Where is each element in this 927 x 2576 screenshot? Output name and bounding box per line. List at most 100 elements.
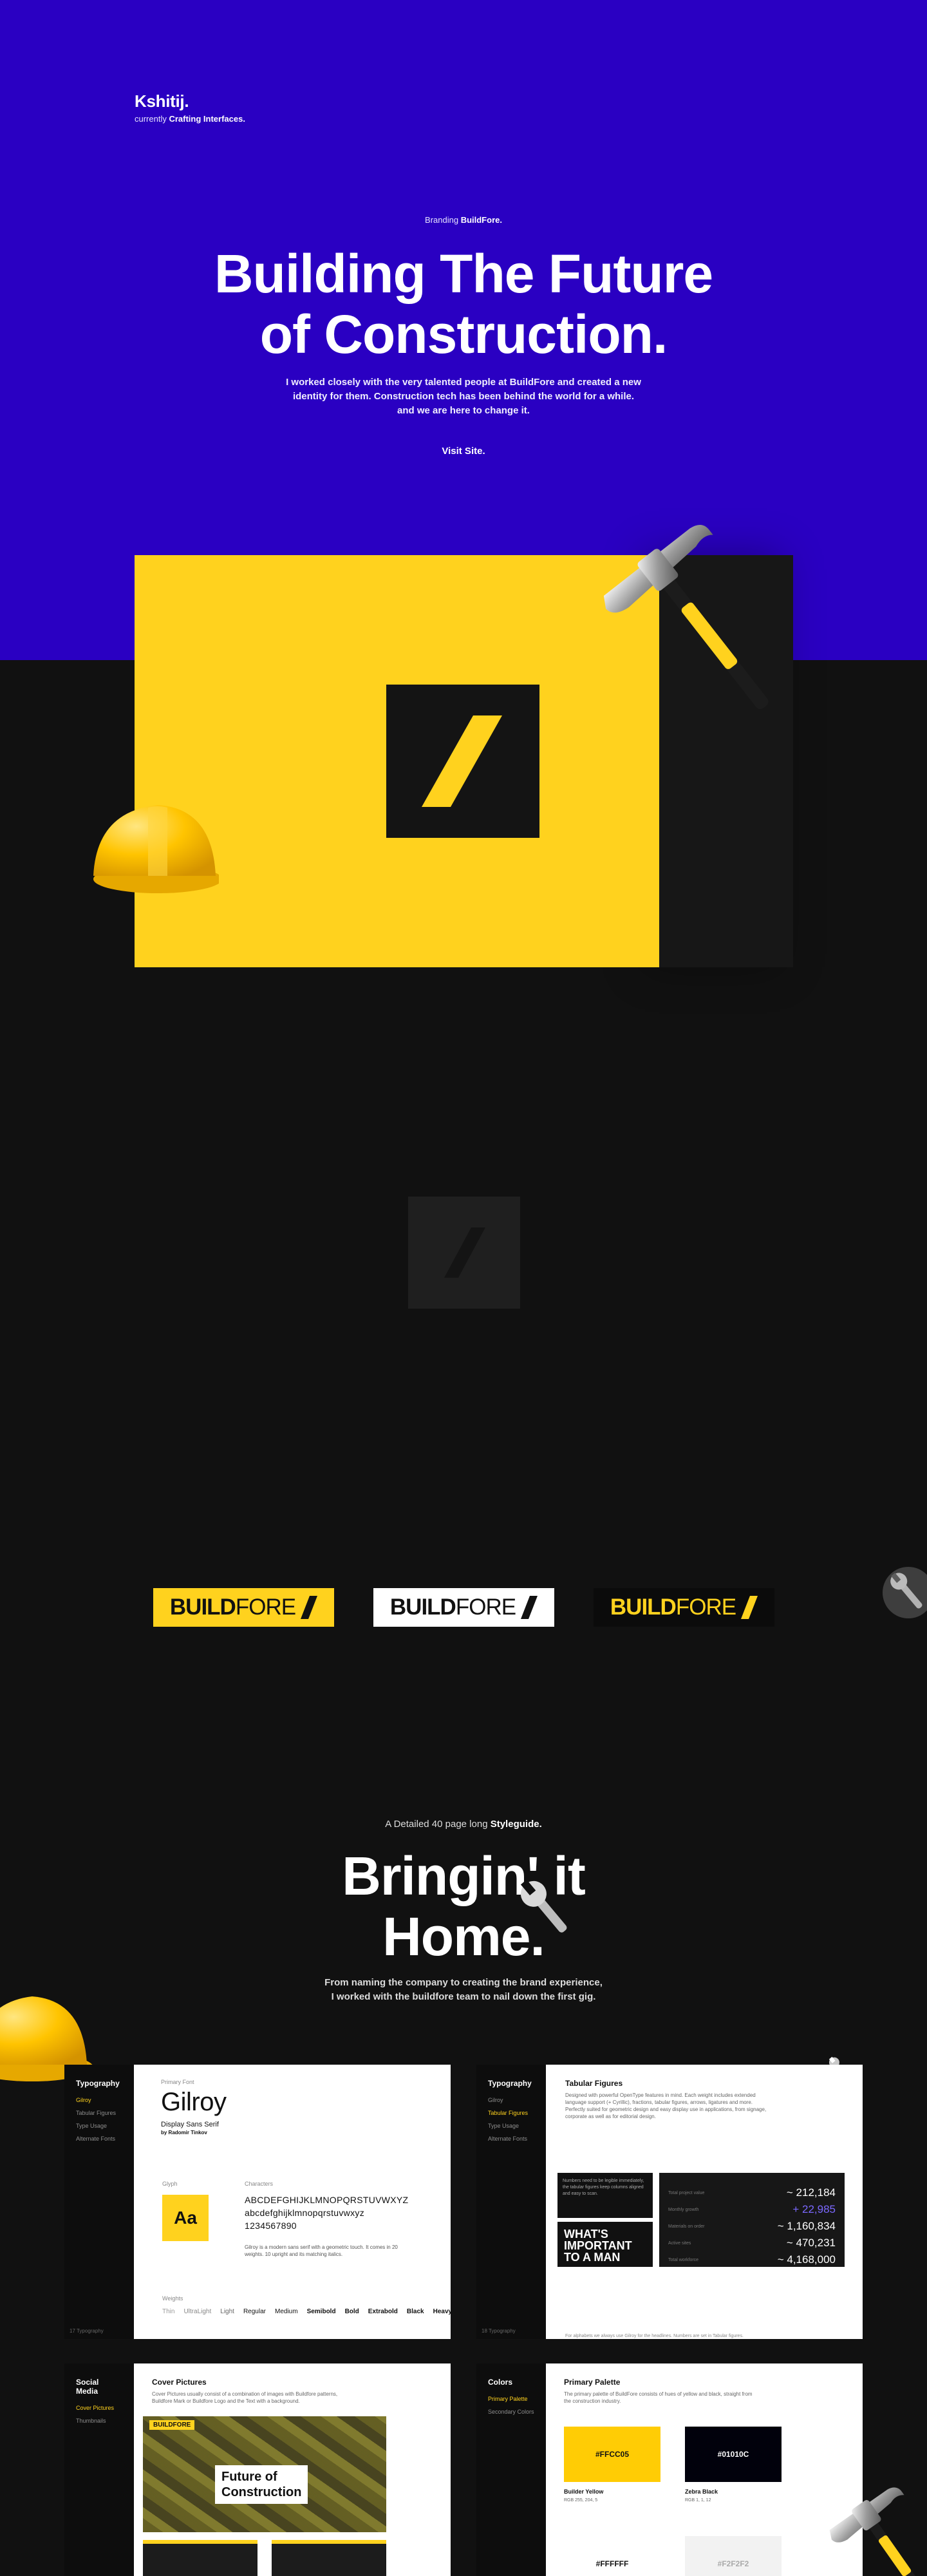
hero-desc-line: identity for them. Construction tech has… xyxy=(292,391,635,402)
brand[interactable]: Kshitij. currently Crafting Interfaces. xyxy=(135,91,245,124)
slash-icon xyxy=(444,1227,485,1278)
card-sidebar-title: Typography xyxy=(488,2079,532,2088)
styleguide-page-tabular-figures: Typography Gilroy Tabular Figures Type U… xyxy=(476,2065,863,2339)
brand-name[interactable]: Kshitij. xyxy=(135,91,245,111)
row-label: Materials on order xyxy=(668,2224,705,2229)
card-sidebar-item: Tabular Figures xyxy=(488,2110,529,2116)
section-title: Primary Palette xyxy=(564,2378,621,2387)
characters-label: Characters xyxy=(245,2181,274,2187)
card-sidebar: Typography Gilroy Tabular Figures Type U… xyxy=(476,2065,546,2339)
logo-variant-white: BUILDFORE xyxy=(373,1588,554,1627)
row-value: ~ 470,231 xyxy=(786,2237,836,2249)
weight-item: Thin xyxy=(162,2308,175,2315)
card-sidebar: Typography Gilroy Tabular Figures Type U… xyxy=(64,2065,134,2339)
logo-word-bold: BUILD xyxy=(389,1595,456,1620)
logo-variant-black: BUILDFORE xyxy=(594,1588,774,1627)
font-name: Gilroy xyxy=(161,2088,227,2116)
card-sidebar-item: Gilroy xyxy=(488,2097,503,2103)
slash-icon xyxy=(521,1596,538,1619)
cover-thumbnail xyxy=(272,2540,386,2576)
logo-word-light: FORE xyxy=(455,1595,516,1620)
logo-wordmark: BUILDFORE xyxy=(169,1595,296,1620)
hard-hat-icon xyxy=(93,805,219,893)
styleguide-title: Bringin' it Home. xyxy=(0,1846,927,1967)
logo-word-bold: BUILD xyxy=(169,1595,236,1620)
sg-desc-line: From naming the company to creating the … xyxy=(324,1977,603,1988)
slash-icon xyxy=(741,1596,758,1619)
cover-headline-line: Construction xyxy=(221,2485,302,2499)
card-content: Primary Palette The primary palette of B… xyxy=(564,2378,847,2576)
swatch-name: Builder Yellow xyxy=(564,2488,604,2495)
sample-headline-line: WHAT'S xyxy=(564,2228,608,2240)
visit-site-link[interactable]: Visit Site. xyxy=(0,446,927,457)
sg-title-line: Home. xyxy=(382,1906,545,1967)
row-value: ~ 1,160,834 xyxy=(777,2220,836,2232)
styleguide-page-colors: Colors Primary Palette Secondary Colors … xyxy=(476,2363,863,2576)
styleguide-page-typography: Typography Gilroy Tabular Figures Type U… xyxy=(64,2065,451,2339)
cover-headline: Future of Construction xyxy=(215,2465,308,2504)
hero-title: Building The Future of Construction. xyxy=(0,243,927,365)
tabular-figures-table: Total project value ~ 212,184 Monthly gro… xyxy=(659,2173,845,2267)
row-label: Total workforce xyxy=(668,2257,699,2262)
sample-text-box: Numbers need to be legible immediately, … xyxy=(557,2173,653,2218)
section-text: The primary palette of BuildFore consist… xyxy=(564,2391,753,2404)
card-sidebar-item: Thumbnails xyxy=(76,2418,106,2424)
card-sidebar-item: Alternate Fonts xyxy=(76,2136,116,2142)
logo-variant-yellow: BUILDFORE xyxy=(153,1588,334,1627)
card-content: Cover Pictures Cover Pictures usually co… xyxy=(143,2378,435,2576)
table-row: Total project value ~ 212,184 xyxy=(668,2184,836,2201)
sg-desc-line: I worked with the buildfore team to nail… xyxy=(331,1991,596,2002)
weight-item: Regular xyxy=(243,2308,266,2315)
font-note: Gilroy is a modern sans serif with a geo… xyxy=(245,2244,398,2257)
weight-item: Light xyxy=(220,2308,234,2315)
weight-item: Medium xyxy=(274,2308,298,2315)
tagline-prefix: currently xyxy=(135,114,169,124)
row-value: ~ 4,168,000 xyxy=(777,2253,836,2266)
cover-picture-sample: BUILDFORE Future of Construction xyxy=(143,2416,386,2532)
card-sidebar-item: Tabular Figures xyxy=(76,2110,117,2116)
hero-eyebrow: Branding BuildFore. xyxy=(0,215,927,225)
section-title: Tabular Figures xyxy=(565,2079,623,2088)
chars-numbers: 1234567890 xyxy=(245,2221,297,2231)
logo-wordmark: BUILDFORE xyxy=(610,1595,736,1620)
card-sidebar-item: Type Usage xyxy=(488,2123,520,2129)
brand-tagline: currently Crafting Interfaces. xyxy=(135,114,245,124)
card-sidebar-title: Colors xyxy=(488,2378,513,2387)
card-sidebar-item: Secondary Colors xyxy=(488,2409,534,2415)
character-set: ABCDEFGHIJKLMNOPQRSTUVWXYZ abcdefghijklm… xyxy=(245,2193,408,2232)
font-description: Display Sans Serif xyxy=(161,2121,219,2128)
table-row: Monthly growth + 22,985 xyxy=(668,2201,836,2218)
card-page-number: 17 Typography xyxy=(70,2328,104,2334)
table-row: Active sites ~ 470,231 xyxy=(668,2235,836,2251)
row-value: ~ 212,184 xyxy=(786,2186,836,2199)
weight-item: UltraLight xyxy=(183,2308,212,2315)
logo-word-bold: BUILD xyxy=(610,1595,677,1620)
section-text: Cover Pictures usually consist of a comb… xyxy=(152,2391,338,2404)
swatch-meta: RGB 255, 204, 5 xyxy=(564,2498,598,2503)
card-sidebar-item: Alternate Fonts xyxy=(488,2136,528,2142)
hero-title-line: of Construction. xyxy=(259,304,668,365)
color-swatch-yellow: #FFCC05 xyxy=(564,2427,660,2482)
hammer-icon xyxy=(603,524,769,710)
section-footnote: For alphabets we always use Gilroy for t… xyxy=(565,2334,744,2338)
cover-thumbnail xyxy=(143,2540,258,2576)
weight-item: Bold xyxy=(344,2308,359,2315)
font-author: by Radomir Tinkov xyxy=(161,2130,207,2136)
weight-item: Extrabold xyxy=(368,2308,398,2315)
row-label: Active sites xyxy=(668,2240,691,2246)
row-label: Monthly growth xyxy=(668,2207,699,2212)
row-label: Total project value xyxy=(668,2190,705,2195)
chars-lower: abcdefghijklmnopqrstuvwxyz xyxy=(245,2208,364,2218)
sample-headline-line: IMPORTANT xyxy=(564,2239,632,2252)
section-title: Cover Pictures xyxy=(152,2378,207,2387)
row-value: + 22,985 xyxy=(792,2203,836,2215)
sg-eyebrow-prefix: A Detailed 40 page long xyxy=(385,1819,491,1830)
styleguide-description: From naming the company to creating the … xyxy=(0,1976,927,2004)
color-swatch-light-grey: #F2F2F2 xyxy=(685,2536,782,2576)
sample-headline-line: TO A MAN xyxy=(564,2251,621,2264)
card-sidebar-title: Social Media xyxy=(76,2378,99,2396)
card-sidebar-item: Cover Pictures xyxy=(76,2405,115,2411)
hero-description: I worked closely with the very talented … xyxy=(0,375,927,418)
styleguide-page-social-media: Social Media Cover Pictures Thumbnails C… xyxy=(64,2363,451,2576)
glyph-sample: Aa xyxy=(162,2195,209,2241)
